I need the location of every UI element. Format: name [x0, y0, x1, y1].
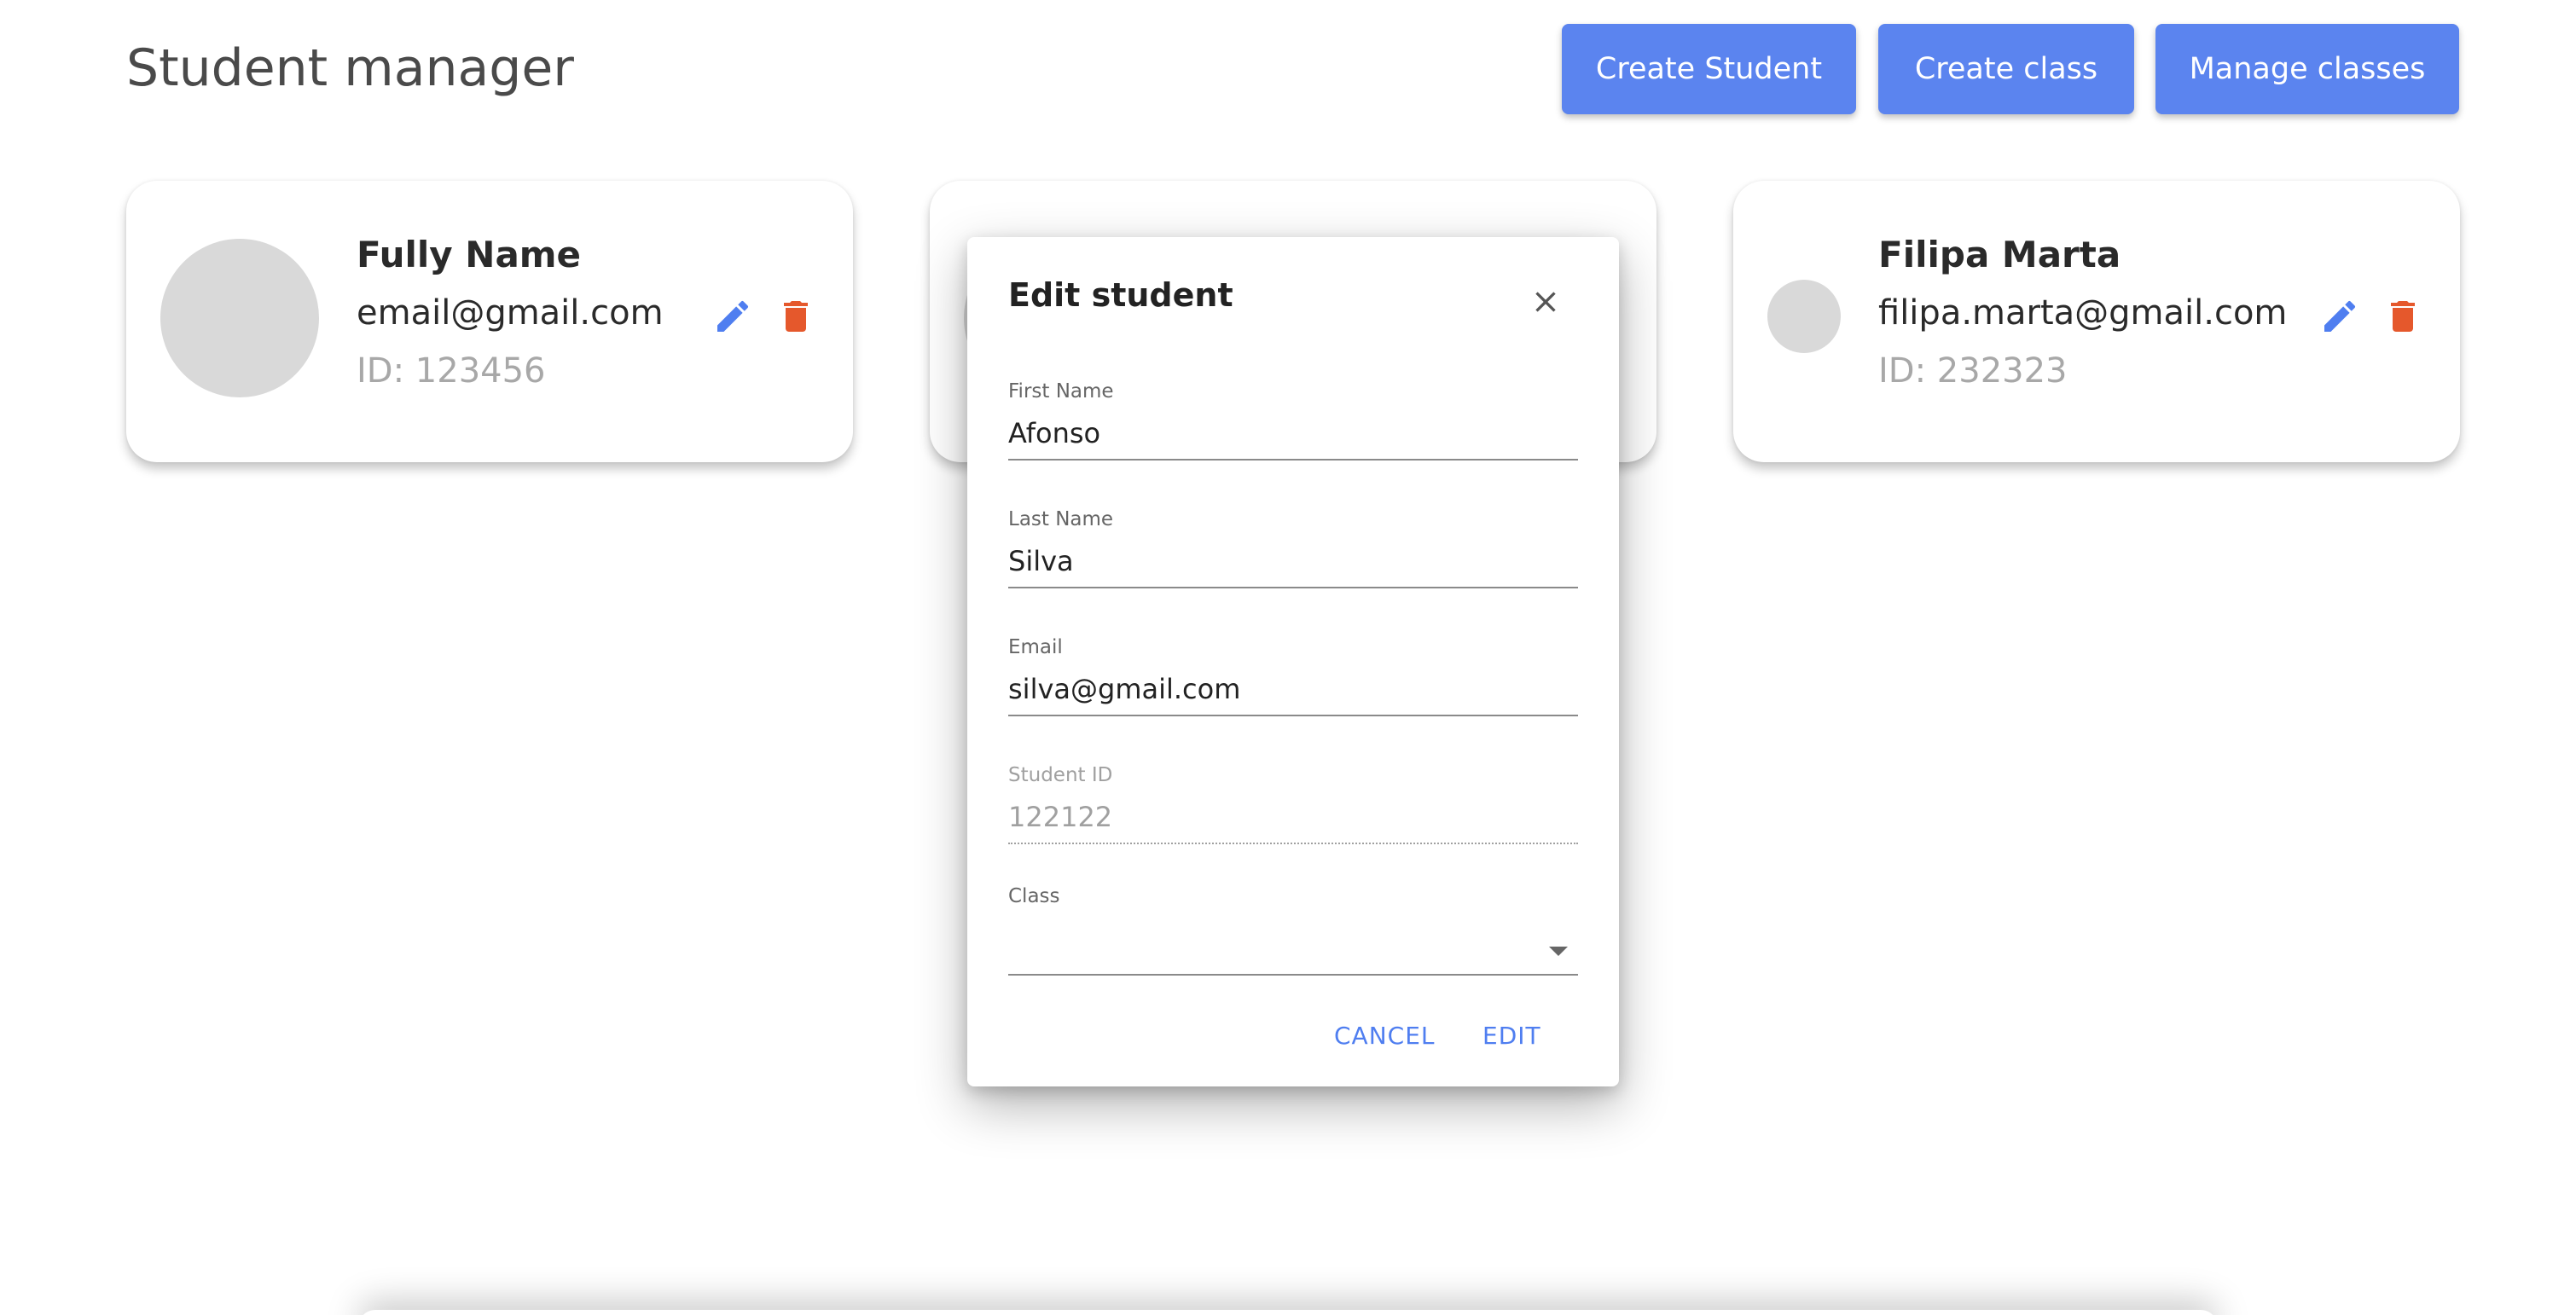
student-card: Fully Name email@gmail.com ID: 123456: [126, 181, 853, 462]
avatar: [160, 239, 319, 397]
student-name: Filipa Marta: [1878, 234, 2121, 275]
chevron-down-icon: [1549, 947, 1568, 956]
trash-icon: [784, 301, 808, 332]
cancel-button[interactable]: CANCEL: [1334, 1022, 1436, 1050]
class-label: Class: [1008, 885, 1060, 907]
student-email: email@gmail.com: [357, 293, 664, 333]
app-root: Student manager Create Student Create cl…: [0, 0, 2576, 1315]
create-student-button[interactable]: Create Student: [1562, 24, 1856, 114]
avatar: [1767, 280, 1841, 353]
pencil-icon: [717, 300, 749, 332]
page-title: Student manager: [126, 38, 574, 98]
student-id: ID: 123456: [357, 351, 546, 391]
bottom-panel-edge: [358, 1310, 2218, 1315]
class-select[interactable]: [1008, 914, 1578, 976]
edit-student-button[interactable]: [2317, 293, 2363, 339]
delete-student-button[interactable]: [2380, 293, 2426, 339]
student-email: filipa.marta@gmail.com: [1878, 293, 2288, 333]
email-input[interactable]: [1008, 663, 1578, 716]
student-id-input: [1008, 791, 1578, 844]
create-class-button[interactable]: Create class: [1878, 24, 2134, 114]
manage-classes-button[interactable]: Manage classes: [2155, 24, 2459, 114]
first-name-input[interactable]: [1008, 408, 1578, 461]
edit-confirm-button[interactable]: EDIT: [1482, 1022, 1541, 1050]
last-name-input[interactable]: [1008, 536, 1578, 588]
edit-student-button[interactable]: [710, 293, 756, 339]
student-id: ID: 232323: [1878, 351, 2068, 391]
trash-icon: [2391, 301, 2415, 332]
close-icon: [1535, 292, 1556, 312]
first-name-label: First Name: [1008, 380, 1114, 403]
student-card: Filipa Marta filipa.marta@gmail.com ID: …: [1733, 181, 2460, 462]
edit-student-dialog: Edit student First Name Last Name Email …: [967, 237, 1619, 1086]
student-name: Fully Name: [357, 234, 582, 275]
dialog-title: Edit student: [1008, 276, 1233, 314]
email-label: Email: [1008, 636, 1063, 658]
pencil-icon: [2324, 300, 2356, 332]
delete-student-button[interactable]: [773, 293, 819, 339]
close-dialog-button[interactable]: [1522, 278, 1569, 326]
last-name-label: Last Name: [1008, 508, 1114, 530]
student-id-label: Student ID: [1008, 764, 1113, 786]
